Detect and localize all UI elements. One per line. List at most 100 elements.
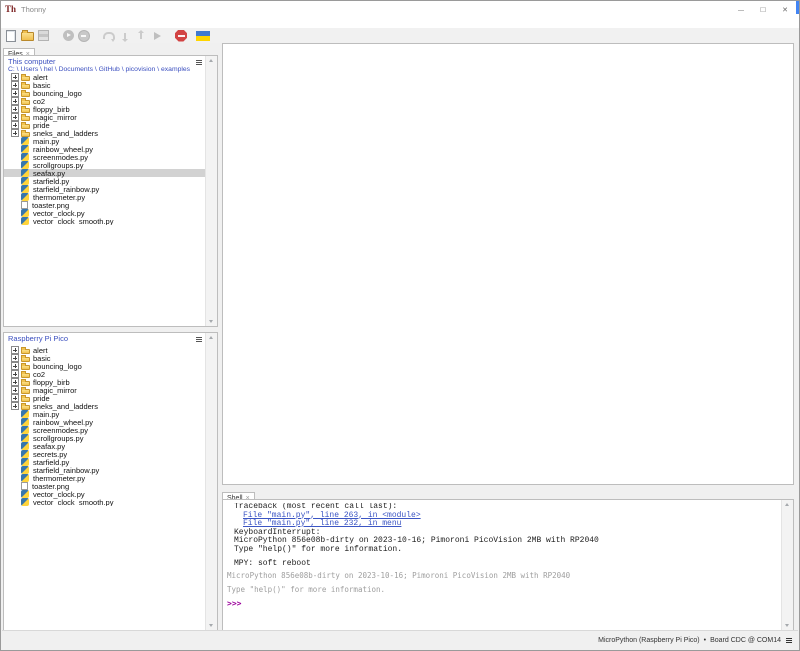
file-type-icon: [21, 185, 29, 193]
scroll-up-icon[interactable]: [785, 503, 789, 506]
expand-plus-icon[interactable]: [11, 121, 21, 129]
expand-plus-icon[interactable]: [11, 89, 21, 97]
expand-plus-icon[interactable]: [11, 209, 21, 217]
expand-plus-icon[interactable]: [11, 458, 21, 466]
expand-plus-icon[interactable]: [11, 386, 21, 394]
scroll-down-icon[interactable]: [785, 624, 789, 627]
shell-line: >>>: [225, 597, 780, 610]
location-path[interactable]: C: \ Users \ hel \ Documents \ GitHub \ …: [4, 66, 217, 73]
shell-output: Traceback (most recent call last):File "…: [225, 503, 780, 610]
editor-area[interactable]: [222, 43, 794, 485]
expand-plus-icon[interactable]: [11, 346, 21, 354]
ukraine-flag-icon: [196, 31, 210, 41]
expand-plus-icon[interactable]: [11, 81, 21, 89]
debug-current-script-button[interactable]: [77, 29, 91, 42]
debug-current-script-icon: [78, 30, 90, 42]
shell-scrollbar[interactable]: [781, 500, 793, 630]
expand-plus-icon[interactable]: [11, 97, 21, 105]
location-name[interactable]: This computer: [4, 56, 217, 66]
device-location-name[interactable]: Raspberry Pi Pico: [4, 333, 217, 343]
files-top-scrollbar[interactable]: [205, 56, 217, 326]
scroll-up-icon[interactable]: [209, 59, 213, 62]
expand-plus-icon[interactable]: [11, 105, 21, 113]
expand-plus-icon[interactable]: [11, 466, 21, 474]
expand-plus-icon[interactable]: [11, 378, 21, 386]
file-type-icon: [21, 84, 30, 89]
expand-plus-icon[interactable]: [11, 370, 21, 378]
expand-plus-icon[interactable]: [11, 402, 21, 410]
background-window-edge: [796, 1, 799, 14]
expand-plus-icon[interactable]: [11, 394, 21, 402]
maximize-button[interactable]: [752, 1, 774, 17]
vector_clock_smooth.py-button[interactable]: vector_clock_smooth.py: [4, 217, 205, 225]
backend-label[interactable]: MicroPython (Raspberry Pi Pico): [598, 637, 700, 644]
stop-restart-backend-button[interactable]: [174, 29, 188, 42]
expand-plus-icon[interactable]: [11, 137, 21, 145]
expand-plus-icon[interactable]: [11, 185, 21, 193]
expand-plus-icon[interactable]: [11, 169, 21, 177]
expand-plus-icon[interactable]: [11, 482, 21, 490]
file-type-icon: [21, 217, 29, 225]
expand-plus-icon[interactable]: [11, 177, 21, 185]
file-type-icon: [21, 137, 29, 145]
step-out-button[interactable]: [134, 29, 148, 42]
expand-plus-icon[interactable]: [11, 498, 21, 506]
scroll-down-icon[interactable]: [209, 320, 213, 323]
thonny-logo-icon: [5, 4, 16, 14]
expand-plus-icon[interactable]: [11, 113, 21, 121]
file-type-icon: [21, 201, 28, 209]
expand-plus-icon[interactable]: [11, 153, 21, 161]
expand-plus-icon[interactable]: [11, 129, 21, 137]
expand-plus-icon[interactable]: [11, 201, 21, 209]
file-type-icon: [21, 76, 30, 81]
file-type-icon: [21, 442, 29, 450]
expand-plus-icon[interactable]: [11, 354, 21, 362]
new-file-button[interactable]: [4, 29, 18, 42]
files-bottom-scrollbar[interactable]: [205, 333, 217, 630]
step-over-button[interactable]: [102, 29, 116, 42]
expand-plus-icon[interactable]: [11, 145, 21, 153]
expand-plus-icon[interactable]: [11, 426, 21, 434]
pane-menu-icon[interactable]: [196, 60, 202, 65]
file-type-icon: [21, 365, 30, 370]
ukraine-flag-button[interactable]: [196, 29, 210, 42]
file-type-icon: [21, 169, 29, 177]
file-type-icon: [21, 357, 30, 362]
pane-menu-icon[interactable]: [196, 337, 202, 342]
close-button[interactable]: [774, 1, 796, 17]
expand-plus-icon[interactable]: [11, 442, 21, 450]
expand-plus-icon[interactable]: [11, 73, 21, 81]
scroll-up-icon[interactable]: [209, 336, 213, 339]
expand-plus-icon[interactable]: [11, 490, 21, 498]
backend-menu-icon[interactable]: [786, 638, 792, 643]
shell-pane[interactable]: Traceback (most recent call last):File "…: [222, 499, 794, 631]
expand-plus-icon[interactable]: [11, 450, 21, 458]
expand-plus-icon[interactable]: [11, 410, 21, 418]
minimize-button[interactable]: [730, 1, 752, 17]
shell-tab-strip: Shell: [222, 487, 255, 499]
toolbar: [1, 28, 799, 43]
step-out-icon: [140, 33, 142, 39]
expand-plus-icon[interactable]: [11, 474, 21, 482]
file-type-icon: [21, 193, 29, 201]
run-current-script-button[interactable]: [61, 29, 75, 42]
open-file-button[interactable]: [20, 29, 34, 42]
expand-plus-icon[interactable]: [11, 418, 21, 426]
run-current-script-icon: [63, 30, 74, 41]
save-file-button[interactable]: [36, 29, 50, 42]
window-controls: [730, 1, 796, 17]
file-type-icon: [21, 209, 29, 217]
scroll-down-icon[interactable]: [209, 624, 213, 627]
port-label[interactable]: Board CDC @ COM14: [710, 637, 781, 644]
expand-plus-icon[interactable]: [11, 434, 21, 442]
resume-button[interactable]: [150, 29, 164, 42]
file-name: vector_clock_smooth.py: [33, 217, 113, 226]
file-tree-this-computer: alert basic bouncing_logo co2 floppy_bir…: [4, 73, 205, 225]
step-into-button[interactable]: [118, 29, 132, 42]
file-type-icon: [21, 108, 30, 113]
expand-plus-icon[interactable]: [11, 161, 21, 169]
vector_clock_smooth.py-button[interactable]: vector_clock_smooth.py: [4, 498, 205, 506]
expand-plus-icon[interactable]: [11, 362, 21, 370]
expand-plus-icon[interactable]: [11, 217, 21, 225]
expand-plus-icon[interactable]: [11, 193, 21, 201]
